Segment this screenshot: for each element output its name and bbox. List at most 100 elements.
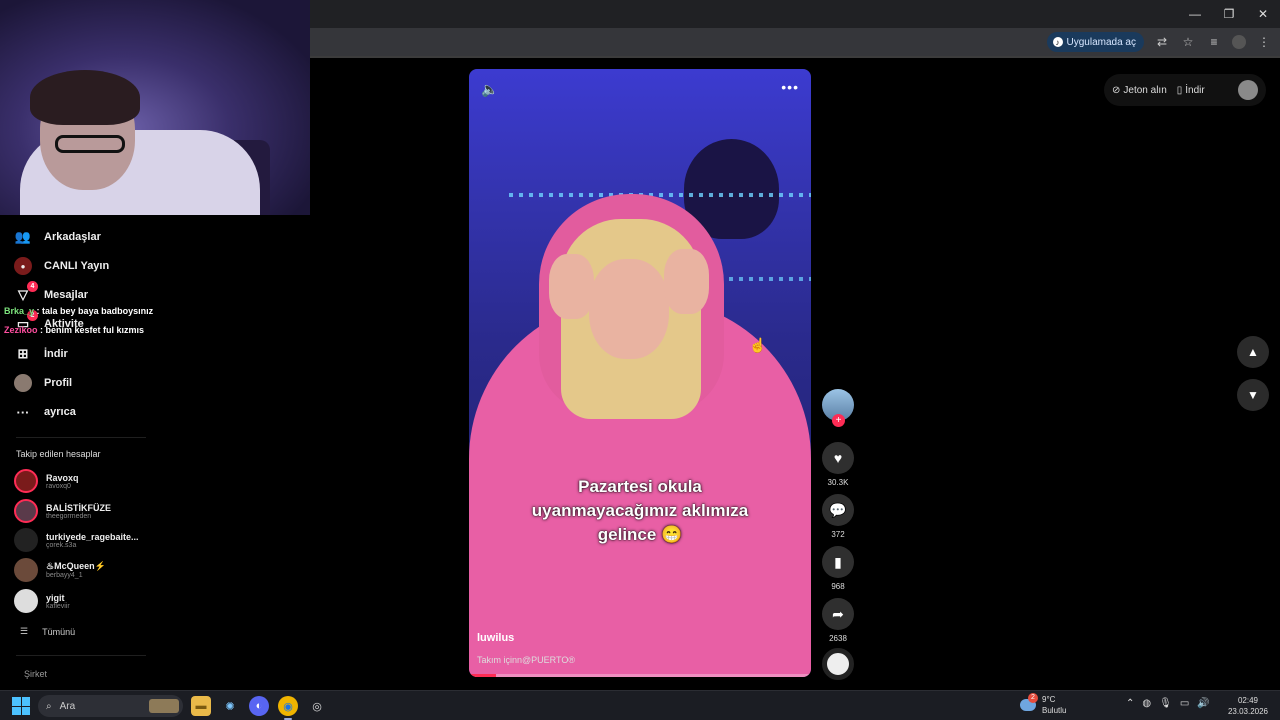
- volume-icon[interactable]: 🔈: [481, 81, 498, 98]
- sidebar-item-messages[interactable]: ▽ 4 Mesajlar: [14, 281, 89, 307]
- share-count: 2638: [829, 634, 847, 643]
- account-name: yigit: [46, 592, 65, 603]
- microphone-icon[interactable]: 🎙: [1159, 698, 1172, 709]
- sidebar-item-live[interactable]: ● CANLI Yayın: [14, 254, 109, 278]
- obs-icon[interactable]: ◎: [307, 696, 327, 716]
- see-all-label: Tümünü: [42, 626, 76, 637]
- file-explorer-icon[interactable]: ▬: [191, 696, 211, 716]
- search-icon: ⌕: [46, 700, 52, 712]
- sidebar: 👥 Arkadaşlar ● CANLI Yayın ▽ 4 Mesajlar ▭…: [0, 215, 310, 690]
- account-name: turkiyede_ragebaite...: [46, 531, 139, 542]
- sidebar-item-friends[interactable]: 👥 Arkadaşlar: [14, 225, 101, 249]
- open-in-app-button[interactable]: ♪ Uygulamada aç: [1046, 32, 1144, 52]
- follow-plus-icon[interactable]: +: [832, 414, 845, 427]
- user-avatar[interactable]: [1238, 80, 1258, 100]
- video-player[interactable]: 🔈 ••• Pazartesi okula uyanmayacağımız ak…: [469, 69, 811, 677]
- speaker-icon[interactable]: 🔊: [1197, 698, 1209, 709]
- restore-button[interactable]: ❐: [1212, 0, 1246, 28]
- taskbar-search[interactable]: ⌕ Ara: [38, 695, 183, 717]
- windows-start-icon[interactable]: [12, 697, 30, 715]
- chevron-up-icon[interactable]: ⌃: [1126, 698, 1134, 709]
- following-item[interactable]: BALİSTİKFÜZE theegormeden: [14, 498, 111, 524]
- sidebar-item-more[interactable]: ··· ayrıca: [14, 400, 76, 424]
- share-button[interactable]: ➦ 2638: [822, 598, 854, 643]
- app-tray-icon[interactable]: ◍: [1142, 698, 1151, 709]
- video-hand: [549, 254, 594, 319]
- video-progress-bar[interactable]: [469, 674, 811, 677]
- bookmark-star-icon[interactable]: ☆: [1180, 34, 1196, 50]
- weather-widget[interactable]: 2 9°C Bulutlu: [1020, 693, 1066, 716]
- sidebar-item-profile[interactable]: Profil: [14, 371, 72, 395]
- video-more-icon[interactable]: •••: [781, 79, 799, 95]
- following-item[interactable]: ♨McQueen⚡ berbayy4_1: [14, 557, 106, 583]
- account-name: Ravoxq: [46, 472, 79, 483]
- download-app-label: İndir: [1185, 84, 1205, 96]
- sidebar-item-label: CANLI Yayın: [44, 260, 110, 272]
- system-tray: ⌃ ◍ 🎙 ▭ 🔊: [1126, 698, 1210, 709]
- address-actions: ♪ Uygulamada aç ⇄ ☆ ≡ ⋮: [1046, 32, 1272, 52]
- close-button[interactable]: ✕: [1246, 0, 1280, 28]
- account-avatar: [14, 558, 38, 582]
- sidebar-item-label: Mesajlar: [44, 289, 89, 301]
- media-control-icon[interactable]: ≡: [1206, 34, 1222, 50]
- messages-icon: ▽ 4: [14, 281, 38, 304]
- company-link[interactable]: Şirket: [24, 669, 47, 679]
- like-button[interactable]: ♥ 30.3K: [822, 442, 854, 487]
- following-item[interactable]: turkiyede_ragebaite... çorek.s3a: [14, 527, 139, 553]
- browser-profile-avatar[interactable]: [1232, 35, 1246, 49]
- see-all-link[interactable]: ☰ Tümünü: [20, 626, 75, 637]
- bookmark-icon: ▮: [822, 546, 854, 578]
- comment-icon: 💬: [822, 494, 854, 526]
- chevron-up-icon: ▲: [1247, 345, 1259, 359]
- top-right-actions: ⊘ Jeton alın ▯ İndir: [1104, 74, 1266, 106]
- get-coins-button[interactable]: ⊘ Jeton alın: [1112, 85, 1167, 96]
- video-caption: Pazartesi okula uyanmayacağımız aklımıza…: [489, 475, 791, 547]
- save-button[interactable]: ▮ 968: [822, 546, 854, 591]
- video-hand: [664, 249, 709, 314]
- network-icon[interactable]: ▭: [1180, 698, 1189, 709]
- translate-icon[interactable]: ⇄: [1154, 34, 1170, 50]
- account-avatar: [14, 589, 38, 613]
- previous-video-button[interactable]: ▲: [1237, 336, 1269, 368]
- sidebar-item-download[interactable]: ⊞ İndir: [14, 342, 68, 366]
- phone-icon: ▯: [1176, 84, 1183, 96]
- screen: — ❐ ✕ ♪ Uygulamada aç ⇄ ☆ ≡ ⋮ 👥 Arkadaşl…: [0, 0, 1280, 720]
- sidebar-item-label: Arkadaşlar: [44, 231, 101, 243]
- friends-icon: 👥: [14, 229, 32, 244]
- chrome-icon[interactable]: ◉: [278, 696, 298, 720]
- chat-message: Zezikoo : benim kesfet ful kızmıs: [4, 325, 144, 335]
- sidebar-item-label: ayrıca: [44, 406, 76, 418]
- account-handle: kafleviir: [46, 602, 70, 610]
- browser-menu-icon[interactable]: ⋮: [1256, 34, 1272, 50]
- sidebar-divider: [16, 655, 146, 656]
- clock-time: 02:49: [1237, 696, 1259, 705]
- clock-date: 23.03.2026: [1227, 707, 1269, 716]
- next-video-button[interactable]: ▼: [1237, 379, 1269, 411]
- following-item[interactable]: yigit kafleviir: [14, 588, 70, 614]
- webcam-person-glasses: [55, 135, 125, 153]
- window-controls: — ❐ ✕: [1178, 0, 1280, 28]
- more-icon: ···: [16, 404, 30, 420]
- comment-button[interactable]: 💬 372: [822, 494, 854, 539]
- weather-temp: 9°C: [1042, 695, 1056, 704]
- network-app-icon[interactable]: ✺: [220, 696, 240, 716]
- comment-count: 372: [831, 530, 845, 539]
- webcam-overlay: [0, 0, 310, 215]
- following-item[interactable]: Ravoxq ravoxq0: [14, 468, 79, 494]
- caption-line: gelince 😁: [597, 525, 683, 544]
- minimize-button[interactable]: —: [1178, 0, 1212, 28]
- download-app-button[interactable]: ▯ İndir: [1177, 85, 1205, 96]
- chat-message: Brka_y : tala bey baya badboysınız: [4, 306, 153, 316]
- following-title: Takip edilen hesaplar: [16, 449, 101, 459]
- video-led-strip: [509, 193, 811, 197]
- account-handle: ravoxq0: [46, 482, 71, 490]
- taskbar-clock[interactable]: 02:49 23.03.2026: [1222, 695, 1274, 717]
- tiktok-icon: ♪: [1052, 37, 1063, 47]
- account-handle: berbayy4_1: [46, 572, 83, 579]
- discord-icon[interactable]: ◐: [249, 696, 269, 716]
- video-description: Takım içinn@PUERTO®: [477, 655, 575, 665]
- coin-icon: ⊘: [1112, 84, 1121, 96]
- video-author[interactable]: luwilus: [477, 632, 514, 644]
- music-disc-icon[interactable]: [822, 648, 854, 680]
- taskbar: ⌕ Ara ▬ ✺ ◐ ◉ ◎ 2 9°C Bulutlu ⌃ ◍ 🎙 ▭ 🔊 …: [0, 690, 1280, 720]
